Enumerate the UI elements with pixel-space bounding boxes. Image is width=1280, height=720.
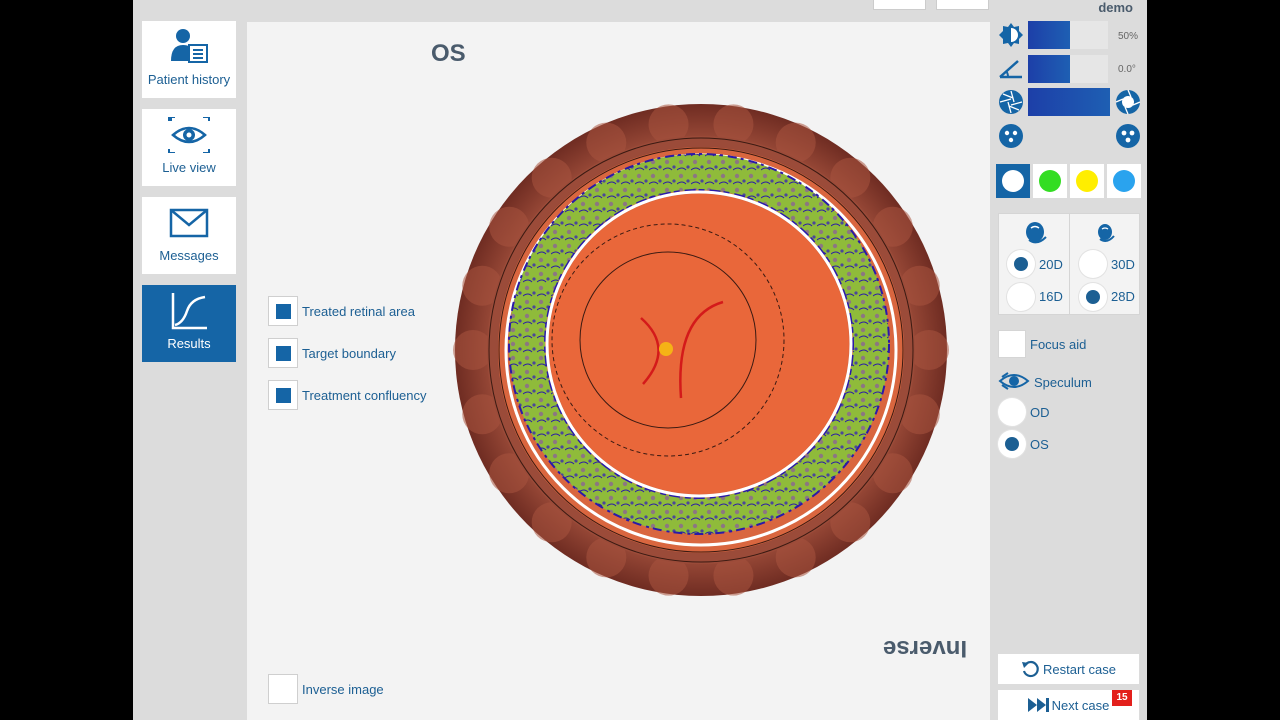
lens-20d-label: 20D: [1039, 257, 1063, 272]
brightness-icon: [999, 23, 1023, 47]
legend-treatment-confluency[interactable]: Treatment confluency: [268, 380, 427, 410]
fast-forward-icon: [1027, 698, 1049, 712]
brightness-slider[interactable]: [1028, 21, 1108, 49]
aperture-open-icon[interactable]: [1115, 89, 1141, 115]
aperture-closed-icon[interactable]: [998, 89, 1024, 115]
color-white-swatch[interactable]: [996, 164, 1030, 198]
nav-label: Patient history: [147, 72, 231, 87]
next-case-label: Next case: [1051, 697, 1110, 713]
lens-28d-label: 28D: [1111, 289, 1135, 304]
speculum-label: Speculum: [1034, 375, 1092, 390]
nav-messages[interactable]: Messages: [142, 197, 236, 274]
lens-16d-label: 16D: [1039, 289, 1063, 304]
aperture-slider-fill: [1028, 88, 1110, 116]
nav-live-view[interactable]: Live view: [142, 109, 236, 186]
focus-aid-checkbox[interactable]: [998, 330, 1026, 358]
speculum-icon: [998, 372, 1030, 390]
color-dot: [1076, 170, 1098, 192]
results-chart-icon: [142, 291, 236, 331]
user-name: demo: [1098, 0, 1133, 15]
toolbar-button-1[interactable]: [873, 0, 926, 10]
brightness-slider-fill: [1028, 21, 1070, 49]
legend-label: Inverse image: [302, 681, 384, 697]
results-panel: OS Treated retinal area Target boundary …: [247, 22, 990, 720]
nav-label: Messages: [159, 248, 219, 263]
spot-single-icon[interactable]: [998, 123, 1024, 149]
legend-label: Treatment confluency: [302, 387, 427, 403]
angle-icon: [999, 60, 1022, 79]
legend-treated-area[interactable]: Treated retinal area: [268, 296, 415, 326]
spot-multiple-icon[interactable]: [1115, 123, 1141, 149]
app-window: Patient history Live view Messages Resul…: [133, 0, 1147, 720]
color-dot: [1002, 170, 1024, 192]
od-radio[interactable]: [998, 398, 1026, 426]
lens-30d-label: 30D: [1111, 257, 1135, 272]
nav-label: Live view: [162, 160, 216, 175]
color-dot: [1039, 170, 1061, 192]
lens-large-icon: [1026, 222, 1047, 244]
restart-icon: [1022, 660, 1039, 678]
lens-divider: [1069, 214, 1070, 314]
next-case-badge: 15: [1112, 690, 1132, 706]
angle-value: 0.0°: [1118, 64, 1136, 75]
legend-label: Treated retinal area: [302, 303, 415, 319]
color-green-swatch[interactable]: [1033, 164, 1067, 198]
lens-16d-radio[interactable]: [1007, 283, 1035, 311]
target-boundary-checkbox[interactable]: [268, 338, 298, 368]
os-radio[interactable]: [998, 430, 1026, 458]
lens-30d-radio[interactable]: [1079, 250, 1107, 278]
legend-target-boundary[interactable]: Target boundary: [268, 338, 396, 368]
inverse-overlay-text: Inverse: [883, 635, 968, 662]
od-label: OD: [1030, 405, 1050, 420]
angle-slider[interactable]: [1028, 55, 1108, 83]
lens-28d-radio[interactable]: [1079, 283, 1107, 311]
restart-case-label: Restart case: [1043, 661, 1116, 677]
patient-history-icon: [142, 27, 236, 67]
envelope-icon: [142, 203, 236, 243]
legend-label: Target boundary: [302, 345, 396, 361]
eye-side-title: OS: [431, 40, 466, 67]
color-blue-swatch[interactable]: [1107, 164, 1141, 198]
nav-label: Results: [167, 336, 211, 351]
nav-patient-history[interactable]: Patient history: [142, 21, 236, 98]
restart-case-button[interactable]: Restart case: [998, 654, 1139, 684]
spot-slider[interactable]: [1028, 122, 1110, 150]
lens-20d-radio[interactable]: [1007, 250, 1035, 278]
lens-small-icon: [1098, 224, 1115, 242]
inverse-image-option[interactable]: Inverse image: [268, 674, 384, 704]
color-dot: [1113, 170, 1135, 192]
inverse-image-checkbox[interactable]: [268, 674, 298, 704]
control-panel: demo 50% 0.0° 20D 16D 30D 28D Focus aid …: [992, 0, 1147, 720]
toolbar-button-2[interactable]: [936, 0, 989, 10]
nav-results[interactable]: Results: [142, 285, 236, 362]
lens-selector: 20D 16D 30D 28D: [998, 213, 1140, 315]
color-yellow-swatch[interactable]: [1070, 164, 1104, 198]
next-case-button[interactable]: Next case 15: [998, 690, 1139, 720]
brightness-value: 50%: [1118, 31, 1139, 42]
focus-aid-label: Focus aid: [1030, 337, 1087, 352]
eye-icon: [142, 115, 236, 155]
os-label: OS: [1030, 437, 1049, 452]
treatment-confluency-checkbox[interactable]: [268, 380, 298, 410]
aperture-slider[interactable]: [1028, 88, 1110, 116]
fundus-treatment-map: [453, 104, 949, 596]
angle-slider-fill: [1028, 55, 1070, 83]
treated-area-checkbox[interactable]: [268, 296, 298, 326]
